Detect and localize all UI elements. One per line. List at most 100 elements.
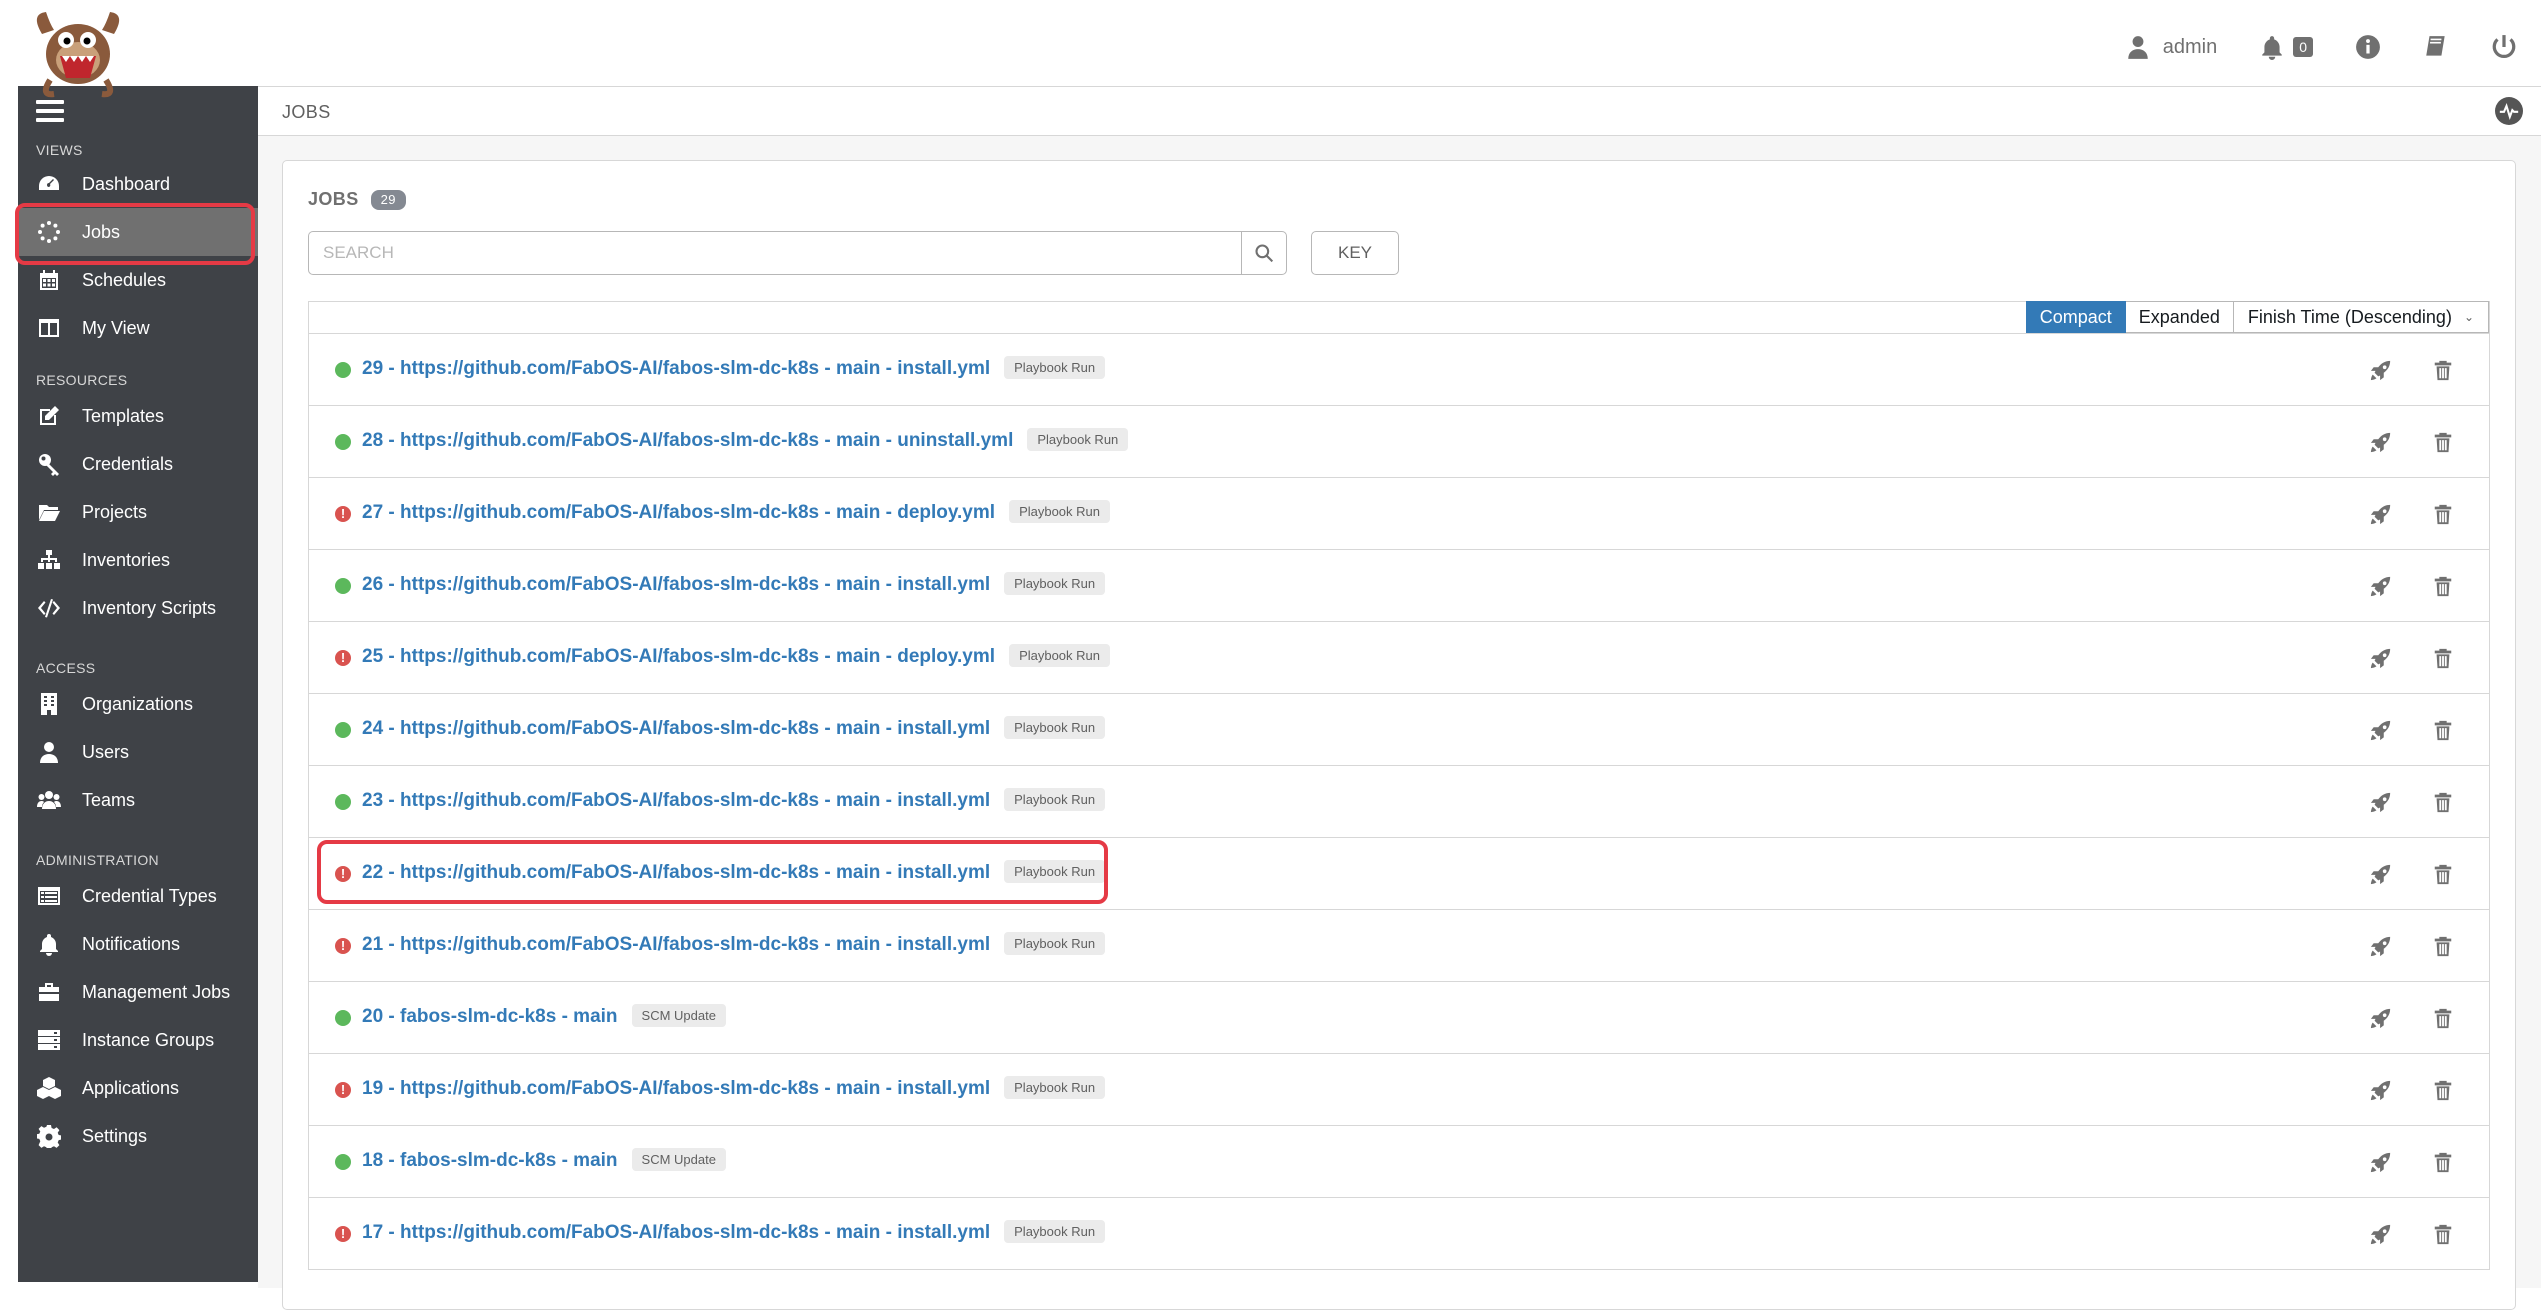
relaunch-rocket-icon[interactable]	[2369, 1006, 2393, 1030]
delete-trash-icon[interactable]	[2431, 358, 2455, 382]
delete-trash-icon[interactable]	[2431, 502, 2455, 526]
list-alt-icon	[36, 883, 62, 909]
status-success-icon[interactable]	[335, 1154, 351, 1170]
job-link[interactable]: 28 - https://github.com/FabOS-AI/fabos-s…	[362, 428, 1129, 452]
user-menu[interactable]: admin	[2125, 34, 2217, 60]
sidebar-item-applications[interactable]: Applications	[18, 1064, 258, 1112]
job-link[interactable]: 22 - https://github.com/FabOS-AI/fabos-s…	[362, 860, 1106, 884]
delete-trash-icon[interactable]	[2431, 1006, 2455, 1030]
sidebar-item-label: Dashboard	[82, 173, 171, 194]
sidebar-item-credential-types[interactable]: Credential Types	[18, 872, 258, 920]
info-icon	[2356, 35, 2380, 59]
delete-trash-icon[interactable]	[2431, 1150, 2455, 1174]
status-failed-icon[interactable]	[335, 865, 351, 883]
documentation-button[interactable]	[2423, 34, 2449, 60]
sidebar-item-instance-groups[interactable]: Instance Groups	[18, 1016, 258, 1064]
logout-button[interactable]	[2491, 34, 2517, 60]
job-link[interactable]: 26 - https://github.com/FabOS-AI/fabos-s…	[362, 572, 1106, 596]
about-button[interactable]	[2355, 34, 2381, 60]
job-link[interactable]: 19 - https://github.com/FabOS-AI/fabos-s…	[362, 1076, 1106, 1100]
status-failed-icon[interactable]	[335, 1081, 351, 1099]
delete-trash-icon[interactable]	[2431, 646, 2455, 670]
status-success-icon[interactable]	[335, 578, 351, 594]
sidebar-item-schedules[interactable]: Schedules	[18, 256, 258, 304]
job-link[interactable]: 29 - https://github.com/FabOS-AI/fabos-s…	[362, 356, 1106, 380]
delete-trash-icon[interactable]	[2431, 430, 2455, 454]
sidebar-item-templates[interactable]: Templates	[18, 392, 258, 440]
status-success-icon[interactable]	[335, 1010, 351, 1026]
key-button[interactable]: KEY	[1311, 231, 1399, 275]
sidebar-item-label: Teams	[82, 789, 136, 810]
sidebar-item-inventory-scripts[interactable]: Inventory Scripts	[18, 584, 258, 632]
sidebar-item-projects[interactable]: Projects	[18, 488, 258, 536]
job-link[interactable]: 17 - https://github.com/FabOS-AI/fabos-s…	[362, 1220, 1106, 1244]
relaunch-rocket-icon[interactable]	[2369, 502, 2393, 526]
sidebar-item-label: Management Jobs	[82, 981, 231, 1002]
status-success-icon[interactable]	[335, 722, 351, 738]
sidebar-item-users[interactable]: Users	[18, 728, 258, 776]
section-views: VIEWS	[36, 142, 83, 158]
app-logo[interactable]	[20, 4, 140, 100]
relaunch-rocket-icon[interactable]	[2369, 646, 2393, 670]
activity-stream-icon[interactable]	[2495, 97, 2523, 125]
sidebar-item-organizations[interactable]: Organizations	[18, 680, 258, 728]
table-row: 22 - https://github.com/FabOS-AI/fabos-s…	[309, 838, 2489, 910]
delete-trash-icon[interactable]	[2431, 1222, 2455, 1246]
status-success-icon[interactable]	[335, 362, 351, 378]
section-administration: ADMINISTRATION	[36, 852, 159, 868]
job-link[interactable]: 23 - https://github.com/FabOS-AI/fabos-s…	[362, 788, 1106, 812]
relaunch-rocket-icon[interactable]	[2369, 862, 2393, 886]
job-link[interactable]: 18 - fabos-slm-dc-k8s - main SCM Update	[362, 1148, 726, 1172]
status-failed-icon[interactable]	[335, 937, 351, 955]
calendar-icon	[36, 267, 62, 293]
sort-dropdown[interactable]: Finish Time (Descending) ⌄	[2233, 301, 2489, 333]
job-link[interactable]: 20 - fabos-slm-dc-k8s - main SCM Update	[362, 1004, 726, 1028]
relaunch-rocket-icon[interactable]	[2369, 1150, 2393, 1174]
job-link[interactable]: 27 - https://github.com/FabOS-AI/fabos-s…	[362, 500, 1111, 524]
relaunch-rocket-icon[interactable]	[2369, 934, 2393, 958]
delete-trash-icon[interactable]	[2431, 1078, 2455, 1102]
relaunch-rocket-icon[interactable]	[2369, 574, 2393, 598]
job-link[interactable]: 24 - https://github.com/FabOS-AI/fabos-s…	[362, 716, 1106, 740]
search-input[interactable]	[308, 231, 1241, 275]
relaunch-rocket-icon[interactable]	[2369, 1078, 2393, 1102]
sidebar-item-notifications[interactable]: Notifications	[18, 920, 258, 968]
relaunch-rocket-icon[interactable]	[2369, 718, 2393, 742]
sidebar-nav: VIEWS Dashboard Jobs Schedules My View R…	[18, 86, 258, 1282]
search-button[interactable]	[1241, 231, 1287, 275]
job-type-badge: Playbook Run	[1027, 428, 1129, 451]
sidebar-item-credentials[interactable]: Credentials	[18, 440, 258, 488]
compact-view-button[interactable]: Compact	[2025, 301, 2126, 333]
table-row: 18 - fabos-slm-dc-k8s - main SCM Update	[309, 1126, 2489, 1198]
expanded-view-button[interactable]: Expanded	[2125, 301, 2234, 333]
sidebar-item-settings[interactable]: Settings	[18, 1112, 258, 1160]
sidebar-item-teams[interactable]: Teams	[18, 776, 258, 824]
status-failed-icon[interactable]	[335, 649, 351, 667]
notifications-button[interactable]: 0	[2259, 34, 2313, 60]
sidebar-item-my-view[interactable]: My View	[18, 304, 258, 352]
status-success-icon[interactable]	[335, 794, 351, 810]
job-link[interactable]: 25 - https://github.com/FabOS-AI/fabos-s…	[362, 644, 1111, 668]
relaunch-rocket-icon[interactable]	[2369, 430, 2393, 454]
delete-trash-icon[interactable]	[2431, 574, 2455, 598]
job-link[interactable]: 21 - https://github.com/FabOS-AI/fabos-s…	[362, 932, 1106, 956]
delete-trash-icon[interactable]	[2431, 790, 2455, 814]
header-actions: admin 0	[2083, 30, 2517, 64]
sidebar-item-management-jobs[interactable]: Management Jobs	[18, 968, 258, 1016]
sidebar-item-label: Schedules	[82, 269, 167, 290]
delete-trash-icon[interactable]	[2431, 862, 2455, 886]
sidebar-item-dashboard[interactable]: Dashboard	[18, 160, 258, 208]
sidebar-item-inventories[interactable]: Inventories	[18, 536, 258, 584]
status-failed-icon[interactable]	[335, 1225, 351, 1243]
status-success-icon[interactable]	[335, 434, 351, 450]
delete-trash-icon[interactable]	[2431, 934, 2455, 958]
relaunch-rocket-icon[interactable]	[2369, 1222, 2393, 1246]
relaunch-rocket-icon[interactable]	[2369, 358, 2393, 382]
sidebar-item-jobs[interactable]: Jobs	[18, 208, 258, 256]
table-row: 28 - https://github.com/FabOS-AI/fabos-s…	[309, 406, 2489, 478]
job-name: 24 - https://github.com/FabOS-AI/fabos-s…	[362, 718, 991, 739]
menu-toggle-icon[interactable]	[36, 100, 64, 126]
status-failed-icon[interactable]	[335, 505, 351, 523]
relaunch-rocket-icon[interactable]	[2369, 790, 2393, 814]
delete-trash-icon[interactable]	[2431, 718, 2455, 742]
